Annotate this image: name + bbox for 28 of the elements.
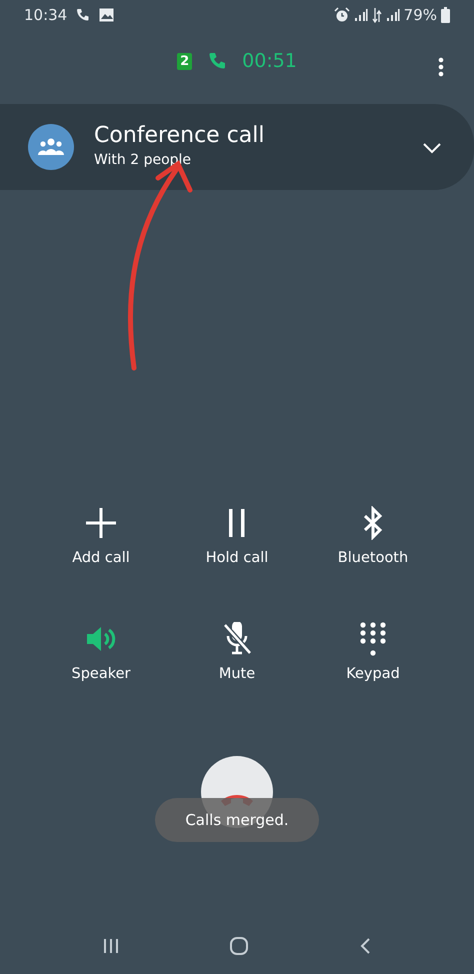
call-control-button[interactable]: Bluetooth bbox=[305, 506, 441, 570]
call-control-button[interactable]: Keypad bbox=[305, 622, 441, 686]
group-avatar-icon bbox=[28, 124, 74, 170]
call-control-button[interactable]: Mute bbox=[169, 622, 305, 686]
call-duration: 00:51 bbox=[242, 48, 297, 74]
call-icon bbox=[75, 7, 92, 23]
toast-message: Calls merged. bbox=[155, 798, 319, 842]
time-text: 10:34 bbox=[24, 4, 68, 26]
data-arrows-icon bbox=[372, 8, 382, 22]
plus-icon bbox=[84, 506, 118, 540]
participant-count: With 2 people bbox=[94, 150, 192, 170]
signal-icon bbox=[386, 8, 400, 22]
sim-badge: 2 bbox=[177, 52, 192, 70]
home-icon bbox=[228, 936, 249, 956]
more-options-icon bbox=[438, 56, 444, 77]
call-control-button[interactable]: Hold call bbox=[169, 506, 305, 570]
battery-text: 79% bbox=[404, 4, 437, 26]
recent-apps-icon bbox=[102, 936, 120, 955]
phone-icon bbox=[208, 52, 226, 70]
chevron-icon bbox=[422, 142, 442, 154]
call-control-button[interactable]: Add call bbox=[33, 506, 169, 570]
conference-card[interactable]: Conference call With 2 people bbox=[0, 104, 474, 190]
call-control-button[interactable]: Speaker bbox=[33, 622, 169, 686]
battery-icon bbox=[441, 7, 450, 23]
image-icon bbox=[99, 8, 114, 22]
alarm-icon bbox=[334, 7, 350, 23]
conference-title: Conference call bbox=[94, 123, 266, 150]
signal-icon bbox=[354, 8, 368, 22]
